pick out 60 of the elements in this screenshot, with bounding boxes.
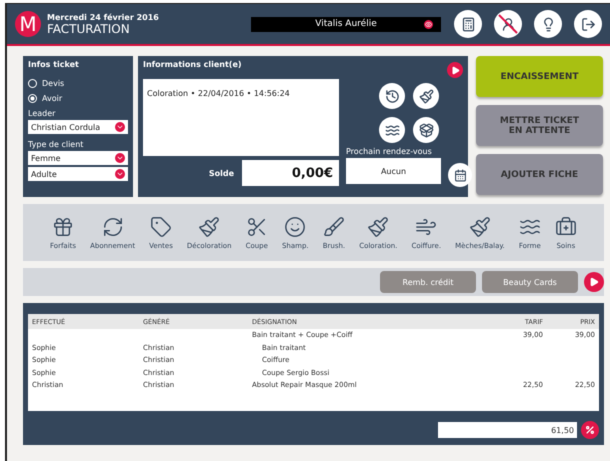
medical-kit-icon xyxy=(554,216,577,238)
package-icon xyxy=(418,122,434,138)
client-type-select[interactable]: Femme xyxy=(28,151,128,165)
discount-button[interactable] xyxy=(581,421,599,439)
header-button[interactable] xyxy=(534,10,562,38)
leader-select[interactable]: Christian Cordula xyxy=(28,120,128,134)
exit-icon xyxy=(580,16,596,32)
brush-icon xyxy=(322,216,345,238)
history-button[interactable] xyxy=(379,83,405,109)
history-text: Coloration • 22/04/2016 • 14:56:24 xyxy=(143,79,339,156)
next-appointment-label: Prochain rendez-vous xyxy=(346,147,433,156)
user-icon xyxy=(500,16,516,32)
client-name: Vitalis Aurélie xyxy=(315,19,377,29)
face-icon xyxy=(284,216,306,238)
action-button[interactable]: METTRE TICKET EN ATTENTE xyxy=(476,105,603,146)
calculator-icon xyxy=(460,16,476,32)
age-select[interactable]: Adulte xyxy=(28,167,128,181)
next-appointment-value: Aucun xyxy=(346,158,441,184)
calendar-icon xyxy=(454,168,466,182)
paintbrush-icon xyxy=(468,216,491,238)
scissors-icon xyxy=(246,216,268,238)
calendar-button[interactable] xyxy=(448,163,472,187)
logo: M xyxy=(15,11,41,37)
total-field: 61,50 xyxy=(438,422,577,438)
balance-value: 0,00€ xyxy=(242,160,339,186)
radio-option[interactable]: Avoir xyxy=(28,94,128,103)
product-button[interactable] xyxy=(413,117,439,143)
strike-icon xyxy=(497,13,519,35)
play-icon xyxy=(589,277,599,287)
percent-icon xyxy=(585,425,595,435)
caret-icon xyxy=(115,122,125,132)
radio-option[interactable]: Devis xyxy=(28,79,128,88)
page-title: FACTURATION xyxy=(47,22,131,36)
header-button[interactable] xyxy=(494,10,522,38)
panel-title: Infos ticket xyxy=(28,60,80,69)
waves-icon xyxy=(384,122,400,138)
waves-button[interactable] xyxy=(379,117,405,143)
field-label: Leader xyxy=(28,109,56,118)
action-button[interactable]: ENCAISSEMENT xyxy=(476,56,603,97)
play-button[interactable] xyxy=(584,272,604,292)
play-icon xyxy=(450,66,460,74)
paintbrush-icon xyxy=(198,216,220,238)
action-button[interactable]: AJOUTER FICHE xyxy=(476,154,603,195)
history-icon xyxy=(384,88,400,104)
caret-icon xyxy=(115,153,125,163)
paintbrush-icon xyxy=(418,88,434,104)
paintbrush-icon xyxy=(367,216,390,238)
gift-icon xyxy=(52,216,74,238)
field-label: Type de client xyxy=(28,140,84,149)
header-button[interactable] xyxy=(454,10,482,38)
cycle-icon xyxy=(102,216,124,238)
header-button[interactable] xyxy=(574,10,602,38)
balance-label: Solde xyxy=(208,168,234,178)
panel-title: Informations client(e) xyxy=(143,60,243,69)
tag-icon xyxy=(150,216,172,238)
eye-icon[interactable] xyxy=(424,20,433,28)
play-button[interactable] xyxy=(447,62,463,78)
caret-icon xyxy=(115,169,125,179)
paint-button[interactable] xyxy=(413,83,439,109)
date-text: Mercredi 24 février 2016 xyxy=(47,12,160,22)
